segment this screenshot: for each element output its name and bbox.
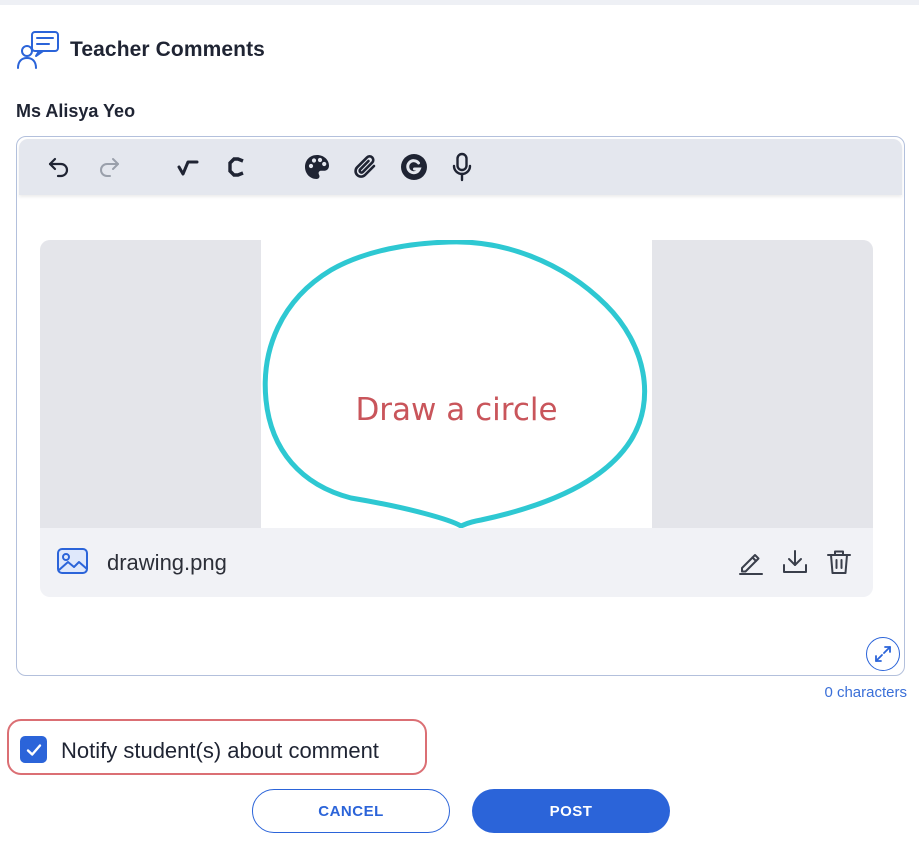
checkmark-icon xyxy=(26,743,41,756)
paperclip-icon[interactable] xyxy=(350,151,382,183)
download-icon[interactable] xyxy=(780,547,810,577)
image-icon xyxy=(56,547,89,577)
comment-author: Ms Alisya Yeo xyxy=(16,101,136,121)
character-count: 0 characters xyxy=(824,684,907,701)
microphone-icon[interactable] xyxy=(446,151,478,183)
comment-editor[interactable]: Draw a circle drawing.png xyxy=(16,136,905,676)
image-attachment: Draw a circle drawing.png xyxy=(40,240,873,597)
drawing-text: Draw a circle xyxy=(355,392,558,428)
top-band xyxy=(0,0,919,5)
expand-icon[interactable] xyxy=(866,637,900,671)
notify-checkbox[interactable] xyxy=(20,736,47,763)
palette-icon[interactable] xyxy=(301,151,333,183)
editor-toolbar xyxy=(19,139,902,195)
chemistry-c-icon[interactable] xyxy=(221,151,253,183)
notify-label[interactable]: Notify student(s) about comment xyxy=(61,738,379,764)
file-name: drawing.png xyxy=(107,550,227,575)
cancel-button[interactable]: CANCEL xyxy=(252,789,450,833)
image-preview[interactable]: Draw a circle xyxy=(40,240,873,528)
drawing-canvas: Draw a circle xyxy=(261,240,652,528)
section-header: Teacher Comments xyxy=(16,28,265,72)
chat-bubbles-user-icon xyxy=(16,28,60,72)
file-info-bar: drawing.png xyxy=(40,528,873,597)
delete-icon[interactable] xyxy=(824,547,854,577)
redo-icon[interactable] xyxy=(93,151,125,183)
square-root-icon[interactable] xyxy=(172,151,204,183)
drawn-circle xyxy=(262,240,648,528)
undo-icon[interactable] xyxy=(43,151,75,183)
page-title: Teacher Comments xyxy=(70,38,265,61)
grammarly-g-icon[interactable] xyxy=(398,151,430,183)
post-button[interactable]: POST xyxy=(472,789,670,833)
edit-icon[interactable] xyxy=(736,547,766,577)
